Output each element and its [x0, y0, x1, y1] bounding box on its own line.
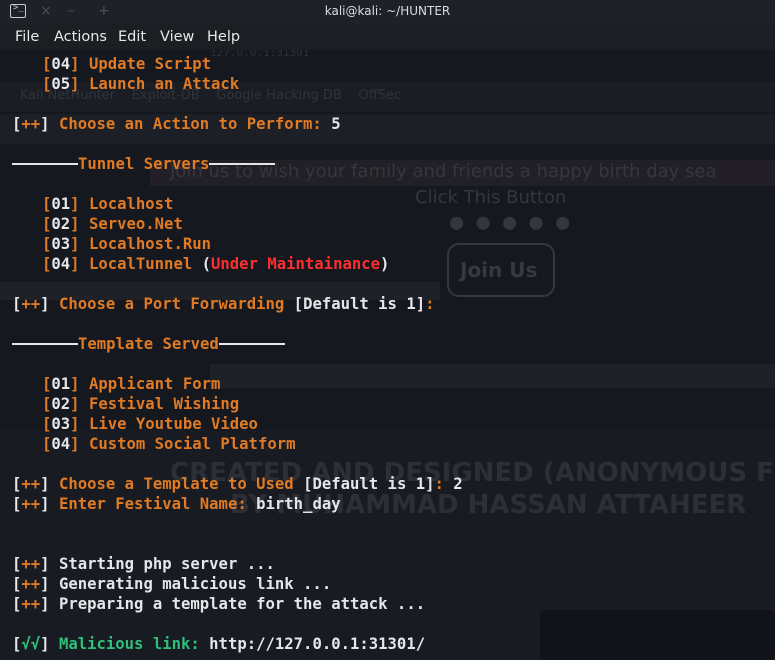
template-option-04: [04] Custom Social Platform — [42, 435, 296, 453]
maintenance-note: Under Maintainance — [211, 255, 381, 273]
menu-option-05: [05] Launch an Attack — [42, 75, 240, 93]
status-line-3: [++] Preparing a template for the attack… — [12, 595, 426, 613]
menu-bar: File Actions Edit View Help — [0, 24, 775, 50]
title-bar: >_ × – + kali@kali: ~/HUNTER — [0, 0, 775, 24]
window-title: kali@kali: ~/HUNTER — [324, 4, 451, 18]
menu-edit[interactable]: Edit — [118, 29, 146, 45]
malicious-link-url: http://127.0.0.1:31301/ — [209, 635, 426, 653]
terminal-output[interactable]: Kali NetHunter Exploit-DB Google Hacking… — [0, 50, 775, 660]
bg-address-fragment: 127.0.0.1:31301 — [210, 50, 310, 59]
port-prompt: [++] Choose a Port Forwarding [Default i… — [12, 295, 435, 313]
tunnel-servers-header: Tunnel Servers — [12, 154, 276, 174]
tunnel-option-01: [01] Localhost — [42, 195, 174, 213]
festival-prompt: [++] Enter Festival Name: birth_day — [12, 495, 341, 513]
menu-view[interactable]: View — [160, 29, 194, 45]
template-option-01: [01] Applicant Form — [42, 375, 221, 393]
bg-tab-offsec: OffSec — [358, 88, 401, 103]
bg-emoji-row: ● ● ● ● ● — [450, 210, 570, 235]
tunnel-option-02: [02] Serveo.Net — [42, 215, 183, 233]
bg-join-button: Join Us — [460, 258, 538, 282]
malicious-link-line: [√√] Malicious link: http://127.0.0.1:31… — [12, 635, 426, 653]
status-line-2: [++] Generating malicious link ... — [12, 575, 332, 593]
template-option-02: [02] Festival Wishing — [42, 395, 240, 413]
menu-option-04: [04] Update Script — [42, 55, 212, 73]
template-served-header: Template Served — [12, 334, 285, 354]
status-line-1: [++] Starting php server ... — [12, 555, 275, 573]
bg-click-button: Click This Button — [415, 187, 567, 208]
menu-actions[interactable]: Actions — [54, 29, 107, 45]
template-prompt: [++] Choose a Template to Used [Default … — [12, 475, 463, 493]
menu-help[interactable]: Help — [207, 29, 240, 45]
action-prompt: [++] Choose an Action to Perform: 5 — [12, 115, 341, 133]
tunnel-option-04: [04] LocalTunnel (Under Maintainance) — [42, 255, 390, 273]
tunnel-option-03: [03] Localhost.Run — [42, 235, 212, 253]
template-option-03: [03] Live Youtube Video — [42, 415, 258, 433]
menu-file[interactable]: File — [15, 29, 39, 45]
